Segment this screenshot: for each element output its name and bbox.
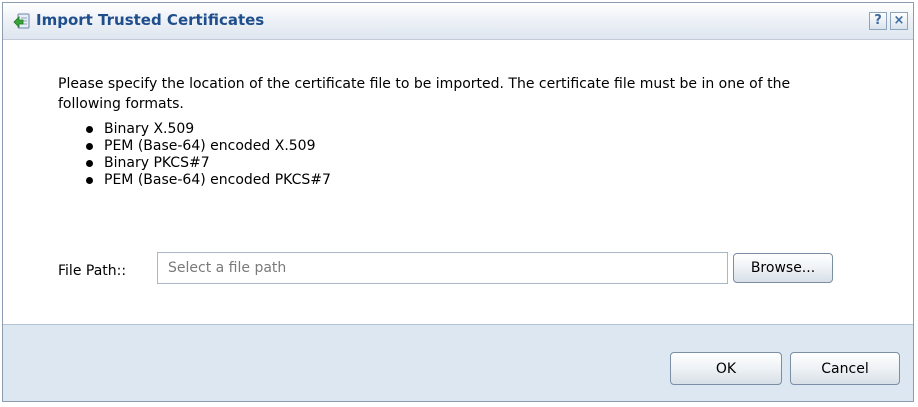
- bullet-icon: [86, 143, 93, 150]
- browse-button[interactable]: Browse...: [733, 253, 833, 283]
- file-path-label: File Path::: [58, 263, 127, 279]
- import-trusted-certificates-dialog: Import Trusted Certificates ? × Please s…: [2, 2, 914, 402]
- list-item: Binary X.509: [86, 121, 331, 138]
- list-item: PEM (Base-64) encoded PKCS#7: [86, 172, 331, 189]
- format-label: Binary X.509: [104, 121, 195, 137]
- format-list: Binary X.509 PEM (Base-64) encoded X.509…: [86, 121, 331, 189]
- cancel-button[interactable]: Cancel: [790, 352, 900, 385]
- bullet-icon: [86, 126, 93, 133]
- list-item: PEM (Base-64) encoded X.509: [86, 138, 331, 155]
- dialog-content: Please specify the location of the certi…: [3, 40, 913, 324]
- format-label: PEM (Base-64) encoded X.509: [104, 138, 316, 154]
- close-icon[interactable]: ×: [890, 12, 908, 30]
- dialog-footer: OK Cancel: [3, 324, 913, 401]
- file-path-input[interactable]: [157, 252, 728, 284]
- import-certificate-icon: [13, 12, 31, 30]
- intro-text: Please specify the location of the certi…: [58, 76, 791, 112]
- dialog-titlebar: Import Trusted Certificates ? ×: [3, 3, 913, 40]
- dialog-title: Import Trusted Certificates: [36, 11, 265, 29]
- list-item: Binary PKCS#7: [86, 155, 331, 172]
- ok-button[interactable]: OK: [670, 352, 782, 385]
- format-label: Binary PKCS#7: [104, 155, 210, 171]
- help-icon[interactable]: ?: [869, 12, 887, 30]
- format-label: PEM (Base-64) encoded PKCS#7: [104, 172, 331, 188]
- bullet-icon: [86, 160, 93, 167]
- bullet-icon: [86, 177, 93, 184]
